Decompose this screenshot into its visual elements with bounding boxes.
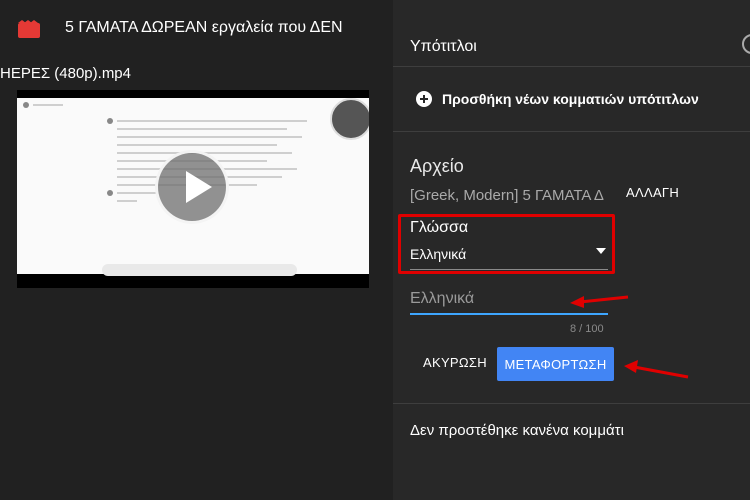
caret-down-icon (596, 248, 606, 254)
video-area: 5 ΓΑΜΑΤΑ ΔΩΡΕΑΝ εργαλεία που ΔΕΝ ΗΕΡΕΣ (… (0, 0, 393, 500)
language-selected-value: Ελληνικά (410, 246, 467, 262)
video-thumbnail[interactable] (17, 90, 369, 288)
close-icon[interactable] (742, 34, 750, 54)
empty-tracks-message: Δεν προστέθηκε κανένα κομμάτι (410, 422, 624, 439)
video-file-name: ΗΕΡΕΣ (480p).mp4 (0, 65, 131, 82)
channel-avatar (330, 98, 369, 140)
film-clapper-icon (18, 20, 40, 38)
language-label: Γλώσσα (410, 219, 469, 236)
input-focus-underline (410, 313, 608, 315)
character-counter: 8 / 100 (570, 323, 604, 335)
subtitles-panel: Υπότιτλοι Προσθήκη νέων κομματιών υπότιτ… (393, 0, 750, 500)
change-button[interactable]: ΑΛΛΑΓΗ (626, 185, 679, 200)
panel-title: Υπότιτλοι (410, 38, 477, 55)
track-name-input[interactable]: Ελληνικά (410, 290, 608, 314)
play-icon (186, 171, 212, 203)
add-track-button[interactable]: Προσθήκη νέων κομματιών υπότιτλων (416, 89, 699, 109)
divider (393, 403, 750, 404)
upload-button[interactable]: ΜΕΤΑΦΟΡΤΩΣΗ (497, 347, 614, 381)
video-title: 5 ΓΑΜΑΤΑ ΔΩΡΕΑΝ εργαλεία που ΔΕΝ (65, 19, 343, 36)
file-value: [Greek, Modern] 5 ΓΑΜΑΤΑ Δ (410, 187, 604, 204)
select-underline (410, 269, 608, 270)
divider (393, 66, 750, 67)
file-label: Αρχείο (410, 156, 464, 176)
play-button[interactable] (155, 150, 229, 224)
divider (393, 131, 750, 132)
cancel-button[interactable]: ΑΚΥΡΩΣΗ (423, 355, 487, 370)
add-track-label: Προσθήκη νέων κομματιών υπότιτλων (442, 91, 699, 107)
add-circle-icon (416, 91, 432, 107)
